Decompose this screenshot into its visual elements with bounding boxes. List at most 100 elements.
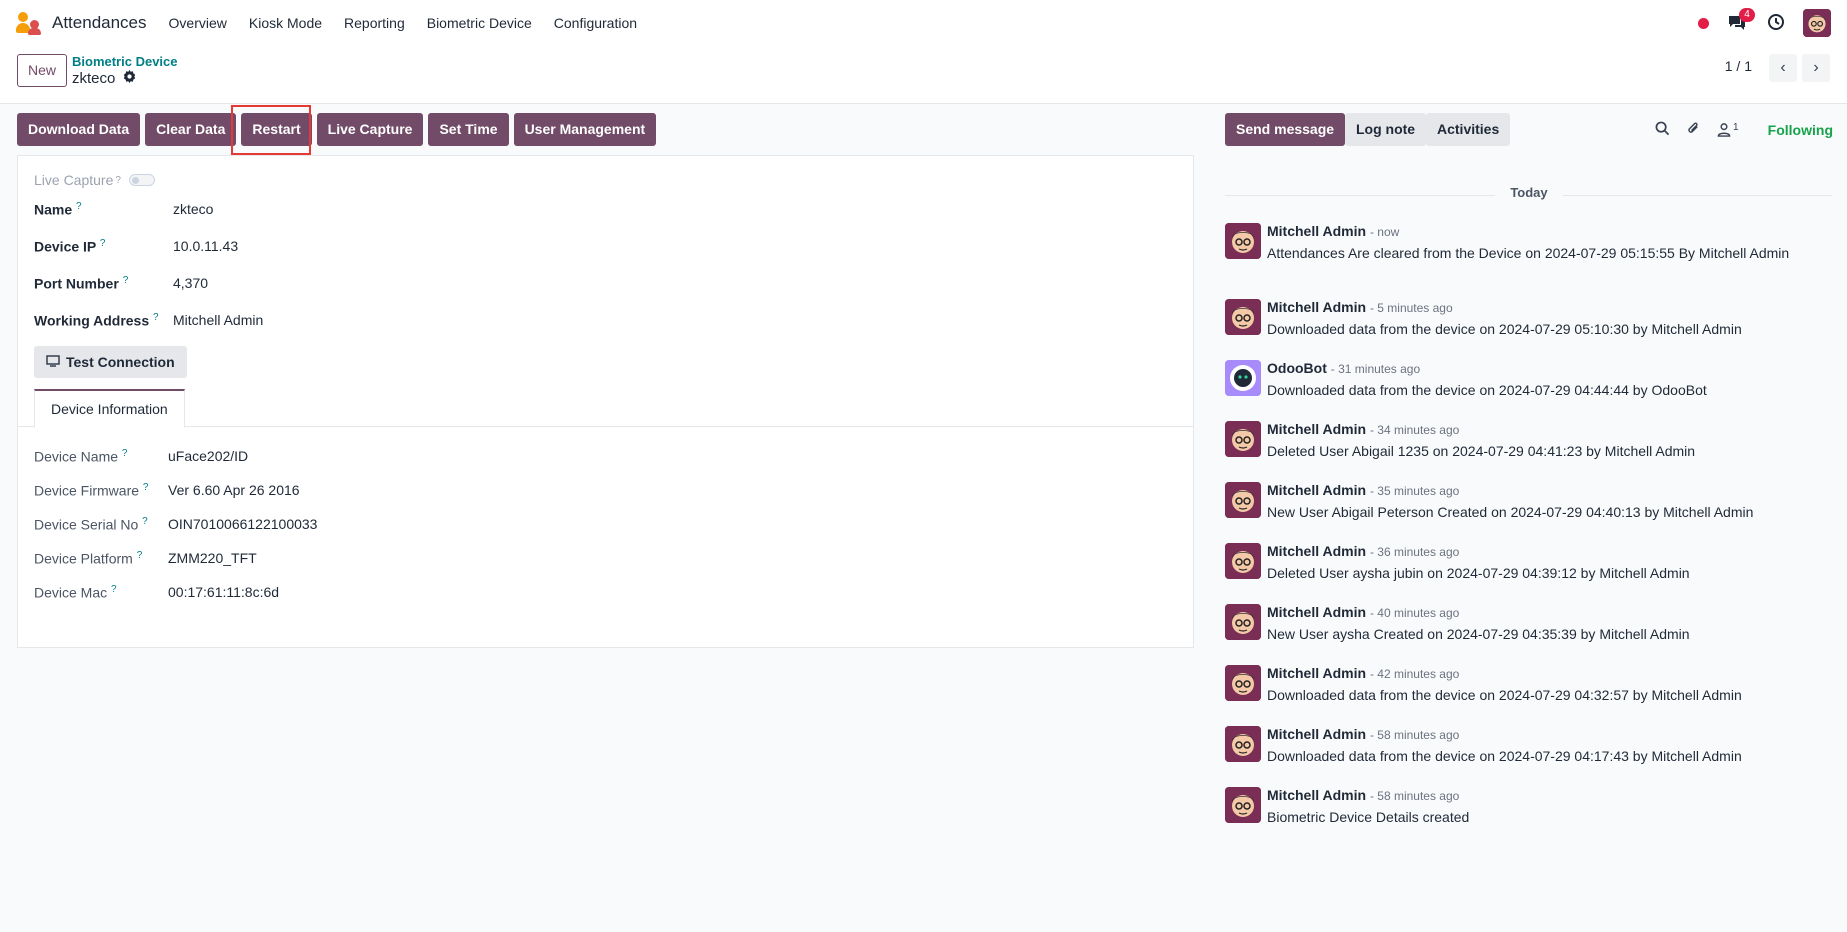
- device-serial-value: OIN7010066122100033: [168, 516, 318, 533]
- action-buttons: Download Data Clear Data Restart Live Ca…: [17, 113, 657, 146]
- working-address-value[interactable]: Mitchell Admin: [173, 312, 263, 328]
- live-capture-toggle[interactable]: [128, 174, 155, 186]
- device-platform-field: Device Platform ? ZMM220_TFT: [34, 550, 257, 567]
- message-time: - 31 minutes ago: [1330, 362, 1421, 376]
- device-ip-value[interactable]: 10.0.11.43: [173, 238, 238, 254]
- live-capture-field: Live Capture ?: [34, 172, 155, 188]
- gear-icon[interactable]: [123, 70, 136, 87]
- message-body: Downloaded data from the device on 2024-…: [1267, 382, 1707, 398]
- message-author[interactable]: Mitchell Admin: [1267, 421, 1366, 437]
- author-avatar[interactable]: [1225, 421, 1261, 457]
- activity-clock-icon[interactable]: [1767, 13, 1785, 34]
- followers-icon[interactable]: 1: [1717, 122, 1739, 137]
- working-address-label: Working Address ?: [34, 312, 159, 329]
- menu-reporting[interactable]: Reporting: [344, 15, 405, 31]
- monitor-icon: [46, 354, 60, 370]
- device-mac-label: Device Mac ?: [34, 584, 117, 601]
- odoobot-avatar[interactable]: [1225, 360, 1261, 396]
- test-connection-label: Test Connection: [66, 354, 175, 370]
- live-capture-label: Live Capture: [34, 172, 114, 188]
- author-avatar[interactable]: [1225, 787, 1261, 823]
- user-management-button[interactable]: User Management: [513, 113, 657, 146]
- message-author[interactable]: Mitchell Admin: [1267, 787, 1366, 803]
- menu-configuration[interactable]: Configuration: [554, 15, 637, 31]
- date-separator: Today: [1225, 185, 1832, 205]
- message-author[interactable]: Mitchell Admin: [1267, 482, 1366, 498]
- author-avatar[interactable]: [1225, 223, 1261, 259]
- tab-device-information[interactable]: Device Information: [34, 389, 185, 428]
- working-address-field: Working Address ? Mitchell Admin: [34, 312, 263, 329]
- help-mark[interactable]: ?: [115, 175, 121, 186]
- record-title: zkteco: [72, 70, 116, 87]
- breadcrumb-parent[interactable]: Biometric Device: [72, 54, 178, 69]
- message-author[interactable]: Mitchell Admin: [1267, 543, 1366, 559]
- name-value[interactable]: zkteco: [173, 201, 213, 217]
- restart-highlight-box: [231, 105, 311, 155]
- messaging-icon[interactable]: 4: [1727, 8, 1755, 34]
- message-author[interactable]: Mitchell Admin: [1267, 223, 1366, 239]
- message-body: Downloaded data from the device on 2024-…: [1267, 321, 1742, 337]
- message-body: New User aysha Created on 2024-07-29 04:…: [1267, 626, 1690, 642]
- clear-data-button[interactable]: Clear Data: [145, 113, 237, 146]
- log-note-button[interactable]: Log note: [1345, 113, 1427, 146]
- message-time: - 58 minutes ago: [1369, 728, 1460, 742]
- message-author[interactable]: Mitchell Admin: [1267, 665, 1366, 681]
- message-time: - 35 minutes ago: [1369, 484, 1460, 498]
- author-avatar[interactable]: [1225, 482, 1261, 518]
- menu-biometric-device[interactable]: Biometric Device: [427, 15, 532, 31]
- port-number-value[interactable]: 4,370: [173, 275, 208, 291]
- control-panel: New Biometric Device zkteco 1 / 1 ‹ ›: [0, 46, 1847, 104]
- author-avatar[interactable]: [1225, 543, 1261, 579]
- notebook-tabs: Device Information: [18, 389, 1193, 428]
- device-platform-label: Device Platform ?: [34, 550, 143, 567]
- message-time: - 58 minutes ago: [1369, 789, 1460, 803]
- set-time-button[interactable]: Set Time: [428, 113, 509, 146]
- following-button[interactable]: Following: [1768, 122, 1833, 138]
- recording-indicator-icon[interactable]: [1698, 17, 1709, 29]
- message-time: - 36 minutes ago: [1369, 545, 1460, 559]
- device-name-value: uFace202/ID: [168, 448, 249, 465]
- message-author[interactable]: Mitchell Admin: [1267, 299, 1366, 315]
- form-sheet: Live Capture ? Name ? zkteco Device IP ?…: [17, 155, 1194, 648]
- device-name-field: Device Name ? uFace202/ID: [34, 448, 248, 465]
- send-message-button[interactable]: Send message: [1225, 113, 1346, 146]
- download-data-button[interactable]: Download Data: [17, 113, 141, 146]
- paperclip-icon[interactable]: [1686, 121, 1701, 139]
- message-time: - 40 minutes ago: [1369, 606, 1460, 620]
- live-capture-button[interactable]: Live Capture: [316, 113, 424, 146]
- message-author[interactable]: OdooBot: [1267, 360, 1327, 376]
- chatter-panel: Send message Log note Activities 1 Follo…: [1225, 104, 1847, 932]
- pager-previous-icon[interactable]: ‹: [1769, 54, 1797, 82]
- message-body: New User Abigail Peterson Created on 202…: [1267, 504, 1754, 520]
- message-time: - now: [1369, 225, 1400, 239]
- device-mac-field: Device Mac ? 00:17:61:11:8c:6d: [34, 584, 279, 601]
- name-field: Name ? zkteco: [34, 201, 213, 218]
- user-avatar[interactable]: [1803, 9, 1831, 37]
- name-label: Name ?: [34, 201, 82, 218]
- port-number-field: Port Number ? 4,370: [34, 275, 208, 292]
- author-avatar[interactable]: [1225, 604, 1261, 640]
- message-body: Attendances Are cleared from the Device …: [1267, 245, 1790, 261]
- message-author[interactable]: Mitchell Admin: [1267, 604, 1366, 620]
- message-body: Deleted User Abigail 1235 on 2024-07-29 …: [1267, 443, 1696, 459]
- new-button[interactable]: New: [17, 54, 67, 87]
- search-icon[interactable]: [1655, 121, 1670, 139]
- test-connection-button[interactable]: Test Connection: [34, 346, 187, 378]
- author-avatar[interactable]: [1225, 299, 1261, 335]
- menu-kiosk-mode[interactable]: Kiosk Mode: [249, 15, 322, 31]
- author-avatar[interactable]: [1225, 665, 1261, 701]
- device-platform-value: ZMM220_TFT: [168, 550, 257, 567]
- activities-button[interactable]: Activities: [1426, 113, 1511, 146]
- device-mac-value: 00:17:61:11:8c:6d: [168, 584, 280, 601]
- message-body: Biometric Device Details created: [1267, 809, 1470, 825]
- pager-value[interactable]: 1 / 1: [1725, 58, 1752, 74]
- message-body: Downloaded data from the device on 2024-…: [1267, 748, 1742, 764]
- attendances-logo-icon[interactable]: [16, 10, 42, 36]
- pager-next-icon[interactable]: ›: [1802, 54, 1830, 82]
- menu-overview[interactable]: Overview: [169, 15, 227, 31]
- message-author[interactable]: Mitchell Admin: [1267, 726, 1366, 742]
- device-ip-field: Device IP ? 10.0.11.43: [34, 238, 238, 255]
- author-avatar[interactable]: [1225, 726, 1261, 762]
- app-name[interactable]: Attendances: [52, 13, 147, 33]
- date-separator-label: Today: [1510, 185, 1548, 200]
